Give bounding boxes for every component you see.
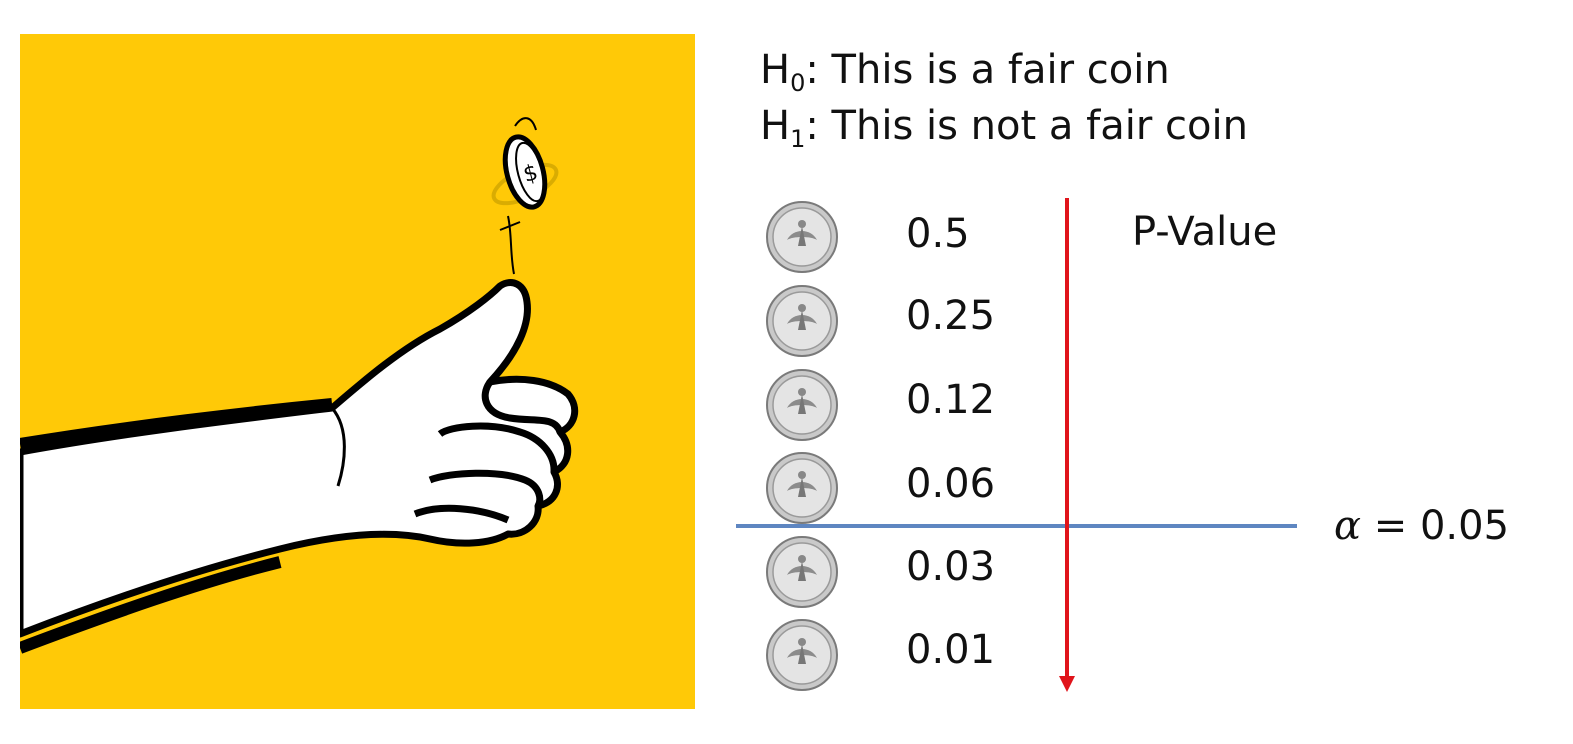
- p-value-0: 0.5: [906, 211, 970, 257]
- p-value-arrowhead: [1059, 676, 1075, 692]
- alpha-label: α = 0.05: [1334, 502, 1509, 550]
- p-value-1: 0.25: [906, 293, 996, 339]
- quarter-coin-icon: [765, 451, 839, 525]
- quarter-coin-icon: [765, 368, 839, 442]
- p-value-5: 0.01: [906, 627, 996, 673]
- alpha-symbol: α: [1334, 503, 1362, 549]
- quarter-coin-icon: [765, 200, 839, 274]
- p-value-3: 0.06: [906, 461, 996, 507]
- p-value-2: 0.12: [906, 377, 996, 423]
- quarter-coin-icon: [765, 535, 839, 609]
- p-value-4: 0.03: [906, 544, 996, 590]
- quarter-coin-icon: [765, 618, 839, 692]
- alpha-value: = 0.05: [1361, 503, 1510, 549]
- quarter-coin-icon: [765, 284, 839, 358]
